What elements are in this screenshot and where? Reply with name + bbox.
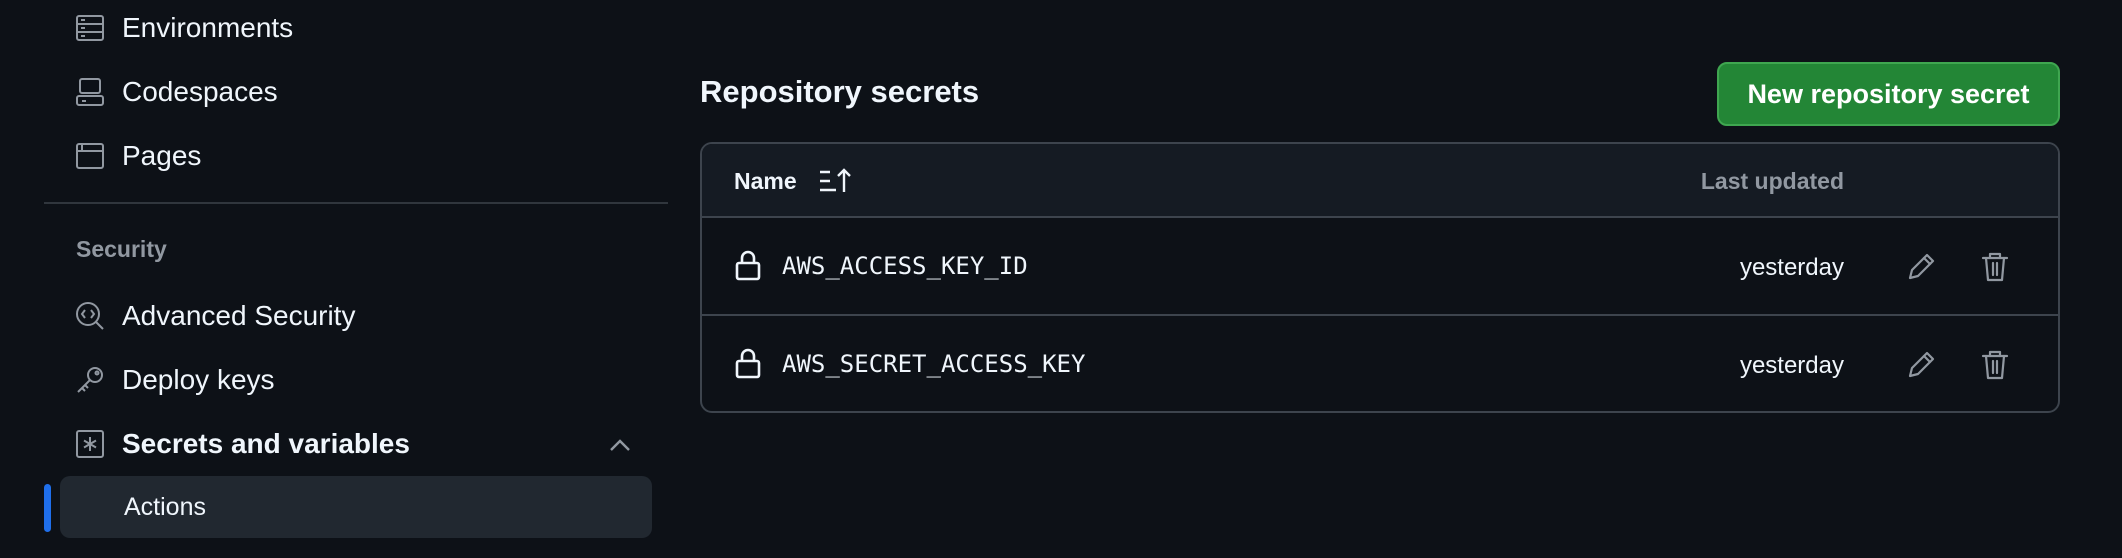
column-header-last-updated: Last updated — [1700, 168, 1844, 194]
sidebar-item-label: Codespaces — [122, 76, 278, 107]
sidebar-item-deploy-keys[interactable]: Deploy keys — [60, 352, 650, 408]
codespaces-icon — [74, 76, 106, 108]
sidebar-item-label: Deploy keys — [122, 364, 275, 395]
table-header: Name Last updated — [702, 144, 2058, 218]
sort-ascending-icon[interactable] — [818, 166, 852, 196]
sidebar-item-label: Environments — [122, 12, 294, 43]
secret-last-updated: yesterday — [1739, 352, 1844, 379]
pencil-icon[interactable] — [1904, 348, 1938, 382]
chevron-up-icon[interactable] — [606, 432, 634, 460]
server-icon — [74, 12, 106, 44]
sidebar-item-label: Pages — [122, 140, 202, 171]
active-indicator — [44, 484, 51, 532]
secret-name: AWS_ACCESS_KEY_ID — [782, 252, 1028, 280]
sidebar-subitem-label: Actions — [124, 492, 206, 521]
sidebar-item-advanced-security[interactable]: Advanced Security — [60, 288, 650, 344]
trash-icon[interactable] — [1978, 250, 2012, 284]
sidebar-subitem-actions[interactable]: Actions — [60, 476, 652, 538]
pencil-icon[interactable] — [1904, 250, 1938, 284]
settings-page: Environments Codespaces Pages Security A… — [0, 0, 2122, 558]
browser-icon — [74, 140, 106, 172]
table-row: AWS_ACCESS_KEY_ID yesterday — [702, 220, 2058, 316]
sidebar-divider — [44, 202, 668, 204]
secret-last-updated: yesterday — [1739, 254, 1844, 281]
lock-icon — [734, 346, 762, 380]
sidebar-item-label: Secrets and variables — [122, 428, 410, 459]
sidebar-item-label: Advanced Security — [122, 300, 356, 331]
settings-sidebar: Environments Codespaces Pages Security A… — [0, 0, 690, 558]
trash-icon[interactable] — [1978, 348, 2012, 382]
table-row: AWS_SECRET_ACCESS_KEY yesterday — [702, 318, 2058, 411]
key-asterisk-icon — [74, 428, 106, 460]
sidebar-item-codespaces[interactable]: Codespaces — [60, 64, 650, 120]
column-header-name: Name — [734, 168, 797, 194]
page-title: Repository secrets — [700, 74, 980, 109]
codescan-icon — [74, 300, 106, 332]
security-section-heading: Security — [76, 236, 167, 262]
sidebar-item-environments[interactable]: Environments — [60, 0, 650, 56]
secret-name: AWS_SECRET_ACCESS_KEY — [782, 350, 1086, 378]
key-icon — [74, 364, 106, 396]
sidebar-item-secrets-and-variables[interactable]: Secrets and variables — [60, 416, 650, 472]
new-repository-secret-button[interactable]: New repository secret — [1717, 62, 2060, 126]
secrets-table: Name Last updated AWS_ACCESS_KEY_ID yest… — [700, 142, 2060, 413]
sidebar-item-pages[interactable]: Pages — [60, 128, 650, 184]
lock-icon — [734, 248, 762, 282]
